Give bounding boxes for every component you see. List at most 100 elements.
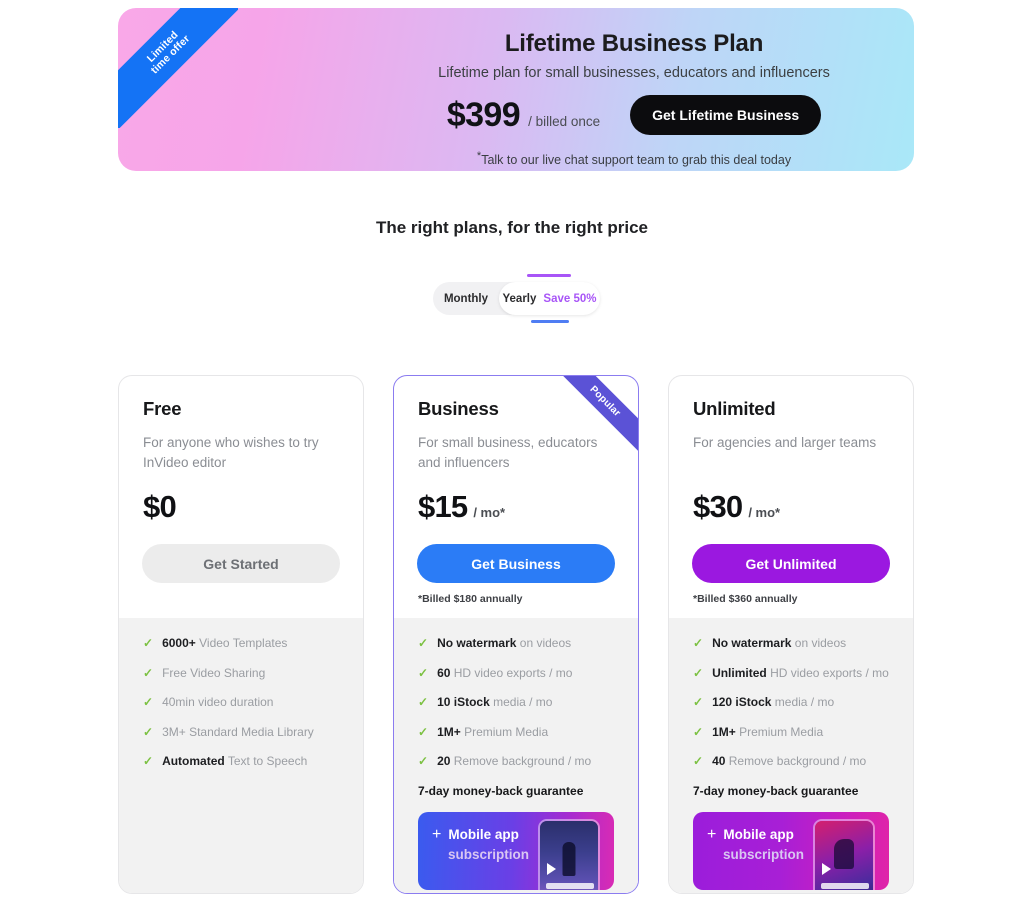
- feature-item: ✓ No watermark on videos: [693, 636, 889, 652]
- feature-text: 10 iStock media / mo: [437, 695, 553, 710]
- banner-price-period: / billed once: [528, 113, 601, 129]
- feature-item: ✓ No watermark on videos: [418, 636, 614, 652]
- plan-card-unlimited: Unlimited For agencies and larger teams …: [668, 375, 914, 894]
- phone-mockup-icon: [813, 818, 875, 890]
- check-icon: ✓: [693, 636, 704, 650]
- plus-icon: +: [432, 825, 442, 843]
- check-icon: ✓: [693, 724, 704, 739]
- feature-text: 3M+ Standard Media Library: [162, 724, 314, 739]
- promo-title: Mobile app: [723, 827, 794, 843]
- pricing-page: Limited time offer Lifetime Business Pla…: [0, 0, 1024, 923]
- feature-text: 40min video duration: [162, 695, 274, 710]
- promo-title: Mobile app: [448, 827, 519, 843]
- feature-item: ✓ 1M+ Premium Media: [693, 725, 889, 741]
- get-unlimited-button[interactable]: Get Unlimited: [692, 544, 890, 583]
- check-icon: ✓: [693, 695, 704, 710]
- toggle-option-monthly[interactable]: Monthly: [433, 282, 499, 315]
- feature-item: ✓ 10 iStock media / mo: [418, 695, 614, 711]
- banner-note: *Talk to our live chat support team to g…: [477, 150, 791, 167]
- feature-text: 1M+ Premium Media: [437, 724, 549, 739]
- promo-subtitle: subscription: [448, 846, 530, 862]
- banner-price: $399: [446, 95, 521, 134]
- ribbon-line-2: time offer: [148, 32, 193, 77]
- toggle-accent-top: [527, 274, 571, 277]
- plan-description: For anyone who wishes to try InVideo edi…: [143, 435, 319, 470]
- feature-text: 20 Remove background / mo: [437, 754, 592, 769]
- plus-icon: +: [707, 825, 717, 843]
- feature-text: No watermark on videos: [437, 636, 572, 650]
- check-icon: ✓: [418, 754, 429, 769]
- plan-billed-note: *Billed $360 annually: [693, 593, 798, 605]
- popular-ribbon: Popular: [560, 376, 638, 454]
- plan-price-period: / mo*: [748, 505, 781, 520]
- check-icon: ✓: [143, 636, 154, 650]
- plan-price: $30: [693, 489, 743, 524]
- check-icon: ✓: [143, 695, 154, 710]
- plan-price-row: $0: [143, 489, 339, 525]
- plan-features-unlimited: ✓ No watermark on videos ✓ Unlimited HD …: [669, 618, 913, 893]
- get-lifetime-business-button[interactable]: Get Lifetime Business: [630, 95, 822, 135]
- plan-price-period: / mo*: [473, 505, 506, 520]
- billing-period-toggle[interactable]: Monthly Yearly Save 50%: [433, 274, 600, 323]
- check-icon: ✓: [418, 724, 429, 739]
- feature-text: Automated Text to Speech: [162, 754, 308, 769]
- feature-text: 120 iStock media / mo: [712, 695, 835, 710]
- plan-features-business: ✓ No watermark on videos ✓ 60 HD video e…: [394, 618, 638, 893]
- feature-item: ✓ Unlimited HD video exports / mo: [693, 666, 889, 682]
- feature-text: 6000+ Video Templates: [162, 636, 288, 650]
- plan-card-business: Popular Business For small business, edu…: [393, 375, 639, 894]
- phone-mockup-icon: [538, 818, 600, 890]
- mobile-app-subscription-promo[interactable]: + Mobile app subscription: [693, 811, 889, 890]
- toggle-save-badge: Save 50%: [543, 292, 597, 305]
- feature-text: 1M+ Premium Media: [712, 724, 824, 739]
- toggle-yearly-label: Yearly: [502, 292, 537, 305]
- play-icon: [822, 862, 831, 875]
- get-started-button[interactable]: Get Started: [142, 544, 340, 583]
- feature-text: 60 HD video exports / mo: [437, 665, 573, 680]
- banner-price-row: $399 / billed once Get Lifetime Business: [446, 95, 822, 135]
- check-icon: ✓: [143, 724, 154, 739]
- feature-item: ✓ 120 iStock media / mo: [693, 695, 889, 711]
- check-icon: ✓: [418, 665, 429, 680]
- banner-title: Lifetime Business Plan: [504, 30, 764, 57]
- feature-item: ✓ 60 HD video exports / mo: [418, 666, 614, 682]
- limited-time-offer-ribbon: Limited time offer: [118, 8, 238, 128]
- plan-price: $15: [418, 489, 468, 524]
- feature-item: ✓ 6000+ Video Templates: [143, 636, 339, 652]
- feature-text: Free Video Sharing: [162, 665, 266, 680]
- money-back-guarantee: 7-day money-back guarantee: [693, 783, 859, 798]
- toggle-accent-bottom: [531, 320, 569, 323]
- get-business-button[interactable]: Get Business: [417, 544, 615, 583]
- feature-item: ✓ 40min video duration: [143, 695, 339, 711]
- plan-name: Unlimited: [693, 398, 776, 419]
- plan-description: For agencies and larger teams: [693, 435, 877, 450]
- mobile-app-subscription-promo[interactable]: + Mobile app subscription: [418, 811, 614, 890]
- lifetime-banner: Limited time offer Lifetime Business Pla…: [118, 8, 914, 171]
- plan-price-row: $15 / mo*: [418, 489, 614, 525]
- check-icon: ✓: [418, 636, 429, 650]
- toggle-option-yearly[interactable]: Yearly Save 50%: [499, 274, 600, 323]
- check-icon: ✓: [143, 754, 154, 769]
- page-title: The right plans, for the right price: [375, 218, 649, 237]
- plan-name: Free: [143, 398, 182, 419]
- popular-ribbon-label: Popular: [587, 383, 623, 420]
- play-icon: [547, 862, 556, 875]
- promo-subtitle: subscription: [723, 846, 805, 862]
- feature-item: ✓ 3M+ Standard Media Library: [143, 725, 339, 741]
- plan-card-free: Free For anyone who wishes to try InVide…: [118, 375, 364, 894]
- feature-item: ✓ 1M+ Premium Media: [418, 725, 614, 741]
- banner-subtitle: Lifetime plan for small businesses, educ…: [438, 65, 830, 81]
- feature-item: ✓ Free Video Sharing: [143, 666, 339, 682]
- check-icon: ✓: [143, 665, 154, 680]
- feature-item: ✓ 40 Remove background / mo: [693, 754, 889, 770]
- check-icon: ✓: [418, 695, 429, 710]
- feature-text: No watermark on videos: [712, 636, 847, 650]
- plan-features-free: ✓ 6000+ Video Templates ✓ Free Video Sha…: [119, 618, 363, 893]
- feature-item: ✓ Automated Text to Speech: [143, 754, 339, 770]
- banner-note-text: Talk to our live chat support team to gr…: [481, 153, 792, 168]
- feature-item: ✓ 20 Remove background / mo: [418, 754, 614, 770]
- check-icon: ✓: [693, 665, 704, 680]
- plan-billed-note: *Billed $180 annually: [418, 593, 523, 605]
- money-back-guarantee: 7-day money-back guarantee: [418, 783, 584, 798]
- plan-price-row: $30 / mo*: [693, 489, 889, 525]
